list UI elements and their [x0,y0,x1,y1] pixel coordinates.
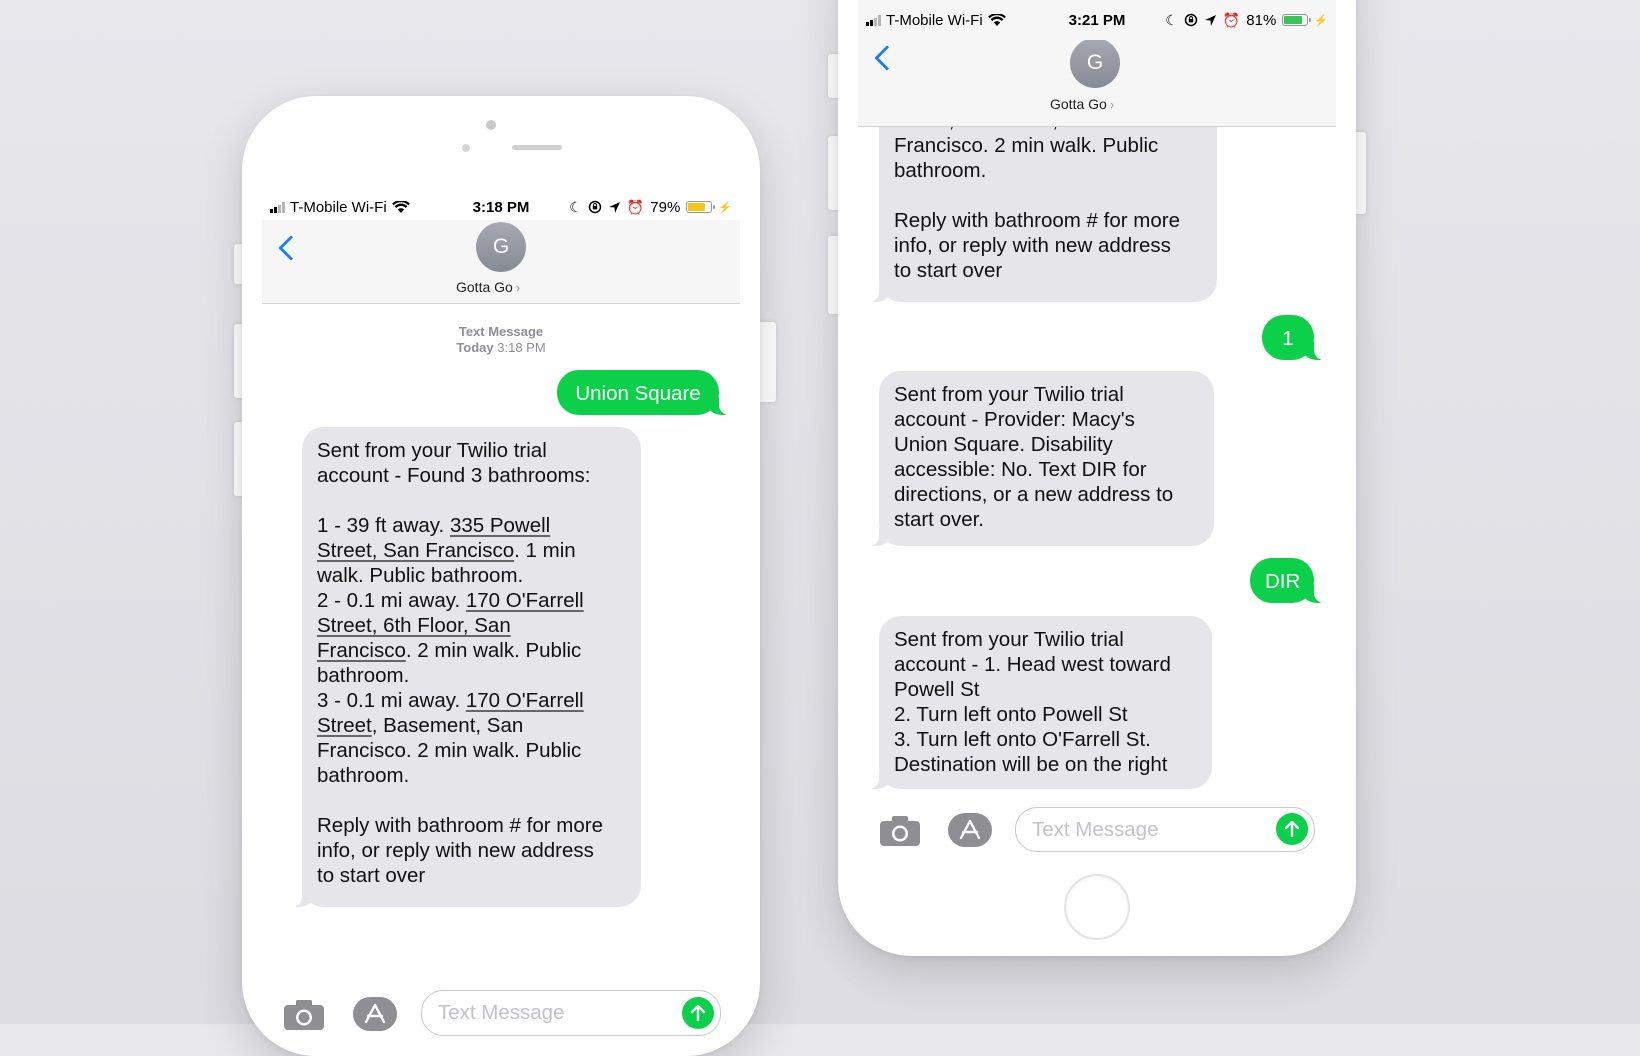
received-message[interactable]: Sent from your Twilio trial account - Fo… [290,427,641,907]
battery-percent: 81% [1246,11,1277,29]
message-input[interactable]: Text Message [421,990,721,1036]
home-button[interactable] [1064,874,1130,940]
received-message[interactable]: Sent from your Twilio trial account - Pr… [867,371,1214,546]
app-store-icon[interactable] [353,997,397,1031]
alarm-icon: ⏰ [626,198,645,215]
left-phone: T-Mobile Wi-Fi 3:18 PM ☾ ⏰ 79% ⚡ G Gotta… [242,96,760,1056]
rotation-lock-icon [1184,13,1198,27]
camera-icon[interactable] [879,815,921,847]
carrier-label: T-Mobile Wi-Fi [886,11,983,29]
charging-bolt-icon: ⚡ [1314,14,1328,27]
moon-icon: ☾ [569,198,582,215]
received-message[interactable]: Sent from your Twilio trial account - 1.… [867,616,1212,789]
earpiece-speaker [512,145,562,150]
sent-message[interactable]: 1 [1262,315,1326,360]
timestamp-time: 3:18 PM [497,340,546,355]
chevron-right-icon: › [1109,97,1115,112]
avatar[interactable]: G [1070,38,1120,88]
message-input-placeholder: Text Message [1032,817,1159,841]
signal-bars-icon [866,14,881,26]
status-bar: T-Mobile Wi-Fi 3:21 PM ☾ ⏰ 81% ⚡ [858,0,1336,40]
app-store-icon[interactable] [948,813,992,847]
send-arrow-icon [1284,820,1300,838]
conversation-header: G Gotta Go › [262,220,740,304]
carrier-group: T-Mobile Wi-Fi [270,199,410,216]
alarm-icon: ⏰ [1222,11,1241,28]
location-icon [1204,14,1216,26]
status-time: 3:21 PM [1068,11,1126,29]
back-chevron-icon[interactable] [278,235,304,261]
message-input[interactable]: Text Message [1015,807,1315,852]
address-link[interactable]: 170 O'Farrell [466,589,584,612]
contact-name[interactable]: Gotta Go › [456,279,520,295]
left-screen: T-Mobile Wi-Fi 3:18 PM ☾ ⏰ 79% ⚡ G Gotta… [262,192,740,1056]
carrier-group: T-Mobile Wi-Fi [866,12,1006,29]
sent-message[interactable]: Union Square [557,370,731,415]
rotation-lock-icon [588,200,602,214]
received-message[interactable]: Street, Basement, San Francisco. 2 min w… [867,97,1217,302]
timestamp-label: Text Message [458,324,544,339]
avatar[interactable]: G [476,222,526,272]
sent-message[interactable]: DIR [1250,558,1326,603]
send-button[interactable] [682,997,714,1029]
location-icon [608,201,620,213]
timestamp-day: Today [456,340,494,355]
address-link[interactable]: Francisco [317,639,406,662]
battery-percent: 79% [650,198,681,216]
status-right-group: ☾ ⏰ 79% ⚡ [569,199,732,216]
address-link[interactable]: 335 Powell [450,514,550,537]
signal-bars-icon [270,201,285,213]
moon-icon: ☾ [1165,11,1178,28]
message-timestamp: Text Message Today 3:18 PM [262,324,740,356]
back-chevron-icon[interactable] [874,45,900,71]
carrier-label: T-Mobile Wi-Fi [290,198,387,216]
wifi-icon [987,13,1006,26]
proximity-sensor [462,144,470,152]
charging-bolt-icon: ⚡ [718,201,732,214]
battery-icon [686,201,716,213]
contact-name[interactable]: Gotta Go › [1050,96,1114,112]
send-arrow-icon [690,1004,706,1022]
wifi-icon [391,200,410,213]
send-button[interactable] [1276,813,1308,845]
right-screen: T-Mobile Wi-Fi 3:21 PM ☾ ⏰ 81% ⚡ G Gotta… [858,0,1336,868]
address-link[interactable]: Street [317,714,372,737]
status-bar: T-Mobile Wi-Fi 3:18 PM ☾ ⏰ 79% ⚡ [262,192,740,222]
contact-name-label: Gotta Go [1050,96,1107,112]
message-input-placeholder: Text Message [438,1001,565,1024]
status-right-group: ☾ ⏰ 81% ⚡ [1165,12,1328,29]
contact-name-label: Gotta Go [456,279,513,295]
chevron-right-icon: › [515,280,521,295]
right-phone: T-Mobile Wi-Fi 3:21 PM ☾ ⏰ 81% ⚡ G Gotta… [838,0,1356,956]
address-link[interactable]: Street, San Francisco [317,539,514,562]
address-link[interactable]: 170 O'Farrell [466,689,584,712]
address-link[interactable]: Street, 6th Floor, San [317,614,511,637]
battery-icon [1282,14,1312,26]
camera-icon[interactable] [283,999,325,1031]
status-time: 3:18 PM [472,198,530,216]
earpiece-camera [486,120,496,130]
